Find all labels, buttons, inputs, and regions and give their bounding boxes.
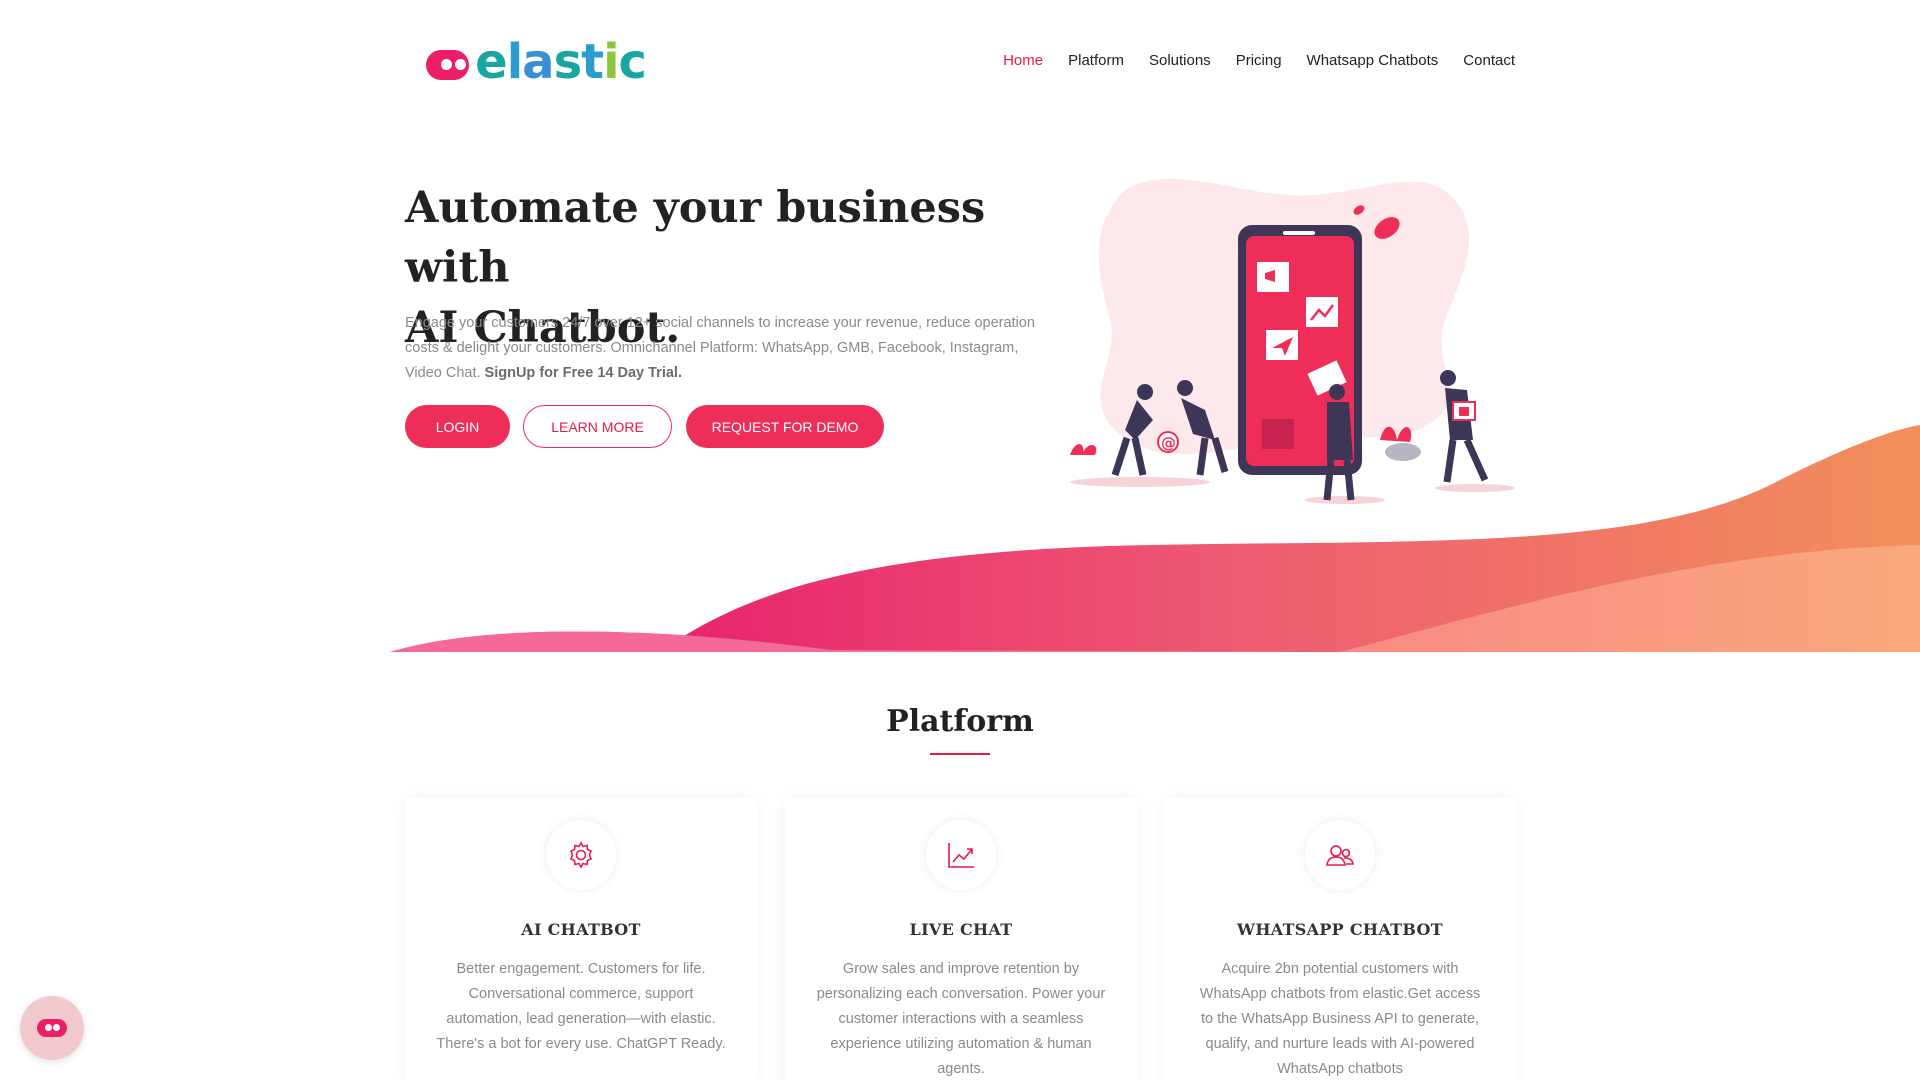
learn-more-button[interactable]: LEARN MORE (523, 405, 672, 448)
hero-illustration: @ (1070, 178, 1515, 504)
login-button[interactable]: LOGIN (405, 405, 510, 448)
brand-wordmark: elastic (475, 34, 647, 90)
nav-item-solutions[interactable]: Solutions (1149, 52, 1211, 69)
card-title: AI CHATBOT (521, 920, 641, 939)
hero-description: Engage your customers 24/7 over 12+ soci… (405, 315, 1035, 381)
nav-item-home[interactable]: Home (1003, 52, 1043, 69)
brand-logo[interactable]: elastic (426, 34, 647, 90)
card-title: LIVE CHAT (909, 920, 1013, 939)
hero-wave-decoration (390, 425, 1920, 652)
nav-item-contact[interactable]: Contact (1463, 52, 1515, 69)
request-demo-button[interactable]: REQUEST FOR DEMO (686, 405, 884, 448)
chatbot-logo-icon (426, 50, 470, 80)
chart-line-icon (926, 820, 996, 890)
nav-item-platform[interactable]: Platform (1068, 52, 1124, 69)
main-nav: Home Platform Solutions Pricing Whatsapp… (978, 52, 1515, 69)
nav-item-pricing[interactable]: Pricing (1236, 52, 1282, 69)
gear-icon (546, 820, 616, 890)
nav-item-whatsapp-chatbots[interactable]: Whatsapp Chatbots (1307, 52, 1439, 69)
card-title: WHATSAPP CHATBOT (1237, 920, 1443, 939)
chatbot-icon (37, 1019, 67, 1037)
card-description: Acquire 2bn potential customers with Wha… (1199, 961, 1481, 1077)
platform-card-whatsapp-chatbot[interactable]: WHATSAPP CHATBOT Acquire 2bn potential c… (1164, 798, 1516, 1080)
platform-section-title: Platform (886, 704, 1034, 739)
platform-card-live-chat[interactable]: LIVE CHAT Grow sales and improve retenti… (785, 798, 1137, 1080)
card-description: Better engagement. Customers for life. C… (436, 961, 726, 1052)
svg-text:@: @ (1161, 434, 1176, 452)
platform-card-ai-chatbot[interactable]: AI CHATBOT Better engagement. Customers … (405, 798, 757, 1080)
card-description: Grow sales and improve retention by pers… (816, 961, 1106, 1077)
users-icon (1305, 820, 1375, 890)
section-title-underline (930, 753, 990, 755)
signup-trial-text[interactable]: SignUp for Free 14 Day Trial. (485, 365, 682, 381)
chat-widget-button[interactable] (20, 996, 84, 1060)
